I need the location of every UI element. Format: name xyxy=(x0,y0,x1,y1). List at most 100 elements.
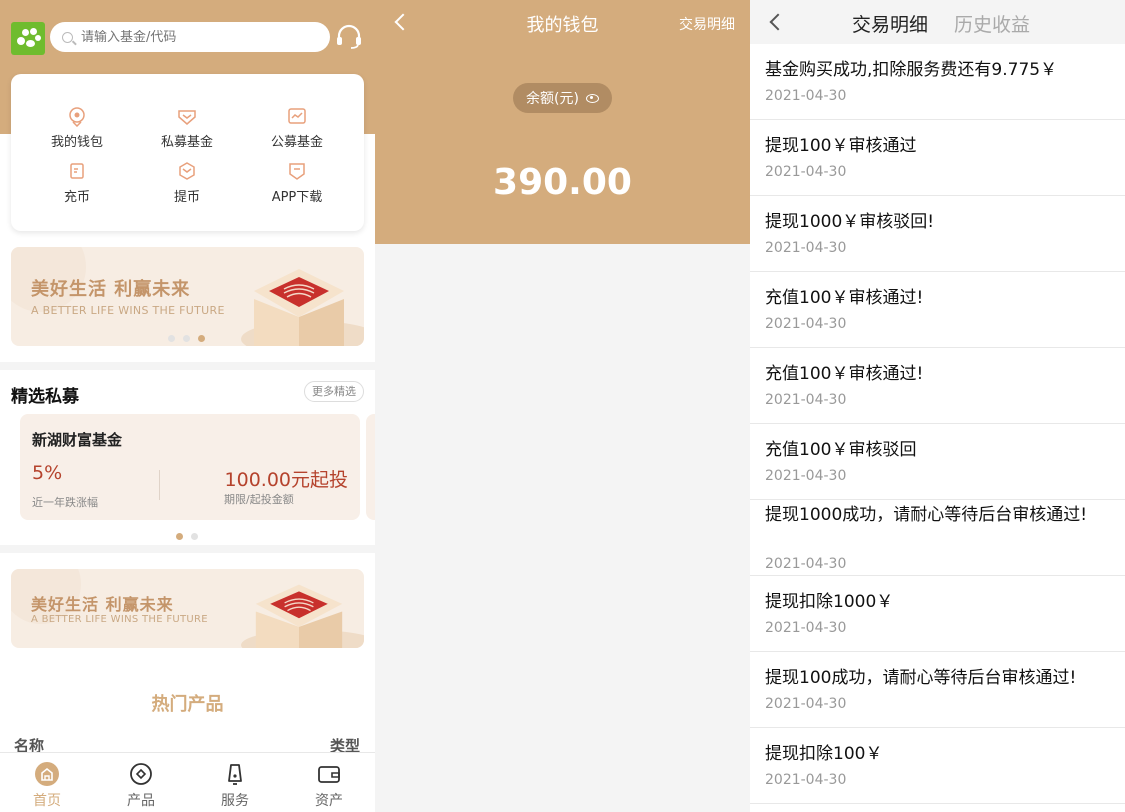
fund-rate-label: 近一年跌涨幅 xyxy=(32,496,98,509)
promo-banner[interactable]: 美好生活 利赢未来 A BETTER LIFE WINS THE FUTURE xyxy=(11,247,364,346)
search-input[interactable] xyxy=(81,29,301,45)
tab-products[interactable]: 产品 xyxy=(94,761,188,810)
fund-card[interactable]: 新湖财富基金 5% 近一年跌涨幅 100.00元起投 期限/起投金额 xyxy=(20,414,360,520)
transaction-row[interactable]: 充值100￥审核驳回 2021-04-30 xyxy=(750,424,1125,500)
menu-deposit[interactable]: 充币 xyxy=(22,160,132,205)
promo-banner-2[interactable]: 美好生活 利赢未来 A BETTER LIFE WINS THE FUTURE xyxy=(11,569,364,648)
transaction-row[interactable]: 提现100￥审核通过 2021-04-30 xyxy=(750,120,1125,196)
balance-label-pill[interactable]: 余额(元) xyxy=(513,83,612,113)
section-title-private: 精选私募 xyxy=(11,387,79,407)
banner-subtitle: A BETTER LIFE WINS THE FUTURE xyxy=(31,304,225,317)
transactions-screen: 交易明细 历史收益 基金购买成功,扣除服务费还有9.775￥ 2021-04-3… xyxy=(750,0,1125,812)
transaction-date: 2021-04-30 xyxy=(765,468,847,484)
hot-products-title: 热门产品 xyxy=(151,694,224,715)
transaction-date: 2021-04-30 xyxy=(765,316,847,332)
transaction-text: 提现1000成功，请耐心等待后台审核通过! xyxy=(765,505,1088,525)
home-screen: 我的钱包 私募基金 公募基金 充币 提币 APP下载 美好生活 利赢未来 A xyxy=(0,0,375,812)
transaction-text: 提现100￥审核通过 xyxy=(765,136,917,156)
pager-dot-active[interactable] xyxy=(198,335,205,342)
transaction-text: 充值100￥审核通过! xyxy=(765,288,924,308)
menu-my-wallet[interactable]: 我的钱包 xyxy=(22,105,132,150)
transaction-row[interactable]: 提现1000成功，请耐心等待后台审核通过! 2021-04-30 xyxy=(750,500,1125,576)
transaction-row[interactable]: 充值100￥审核通过! 2021-04-30 xyxy=(750,348,1125,424)
transaction-date: 2021-04-30 xyxy=(765,556,847,572)
transaction-date: 2021-04-30 xyxy=(765,620,847,636)
banner-pager xyxy=(164,327,209,346)
transaction-row[interactable]: 充值100￥审核通过! 2021-04-30 xyxy=(750,272,1125,348)
search-icon xyxy=(62,31,73,43)
fund-min-amount: 100.00元起投 xyxy=(224,469,348,491)
fund-card-next[interactable] xyxy=(366,414,375,520)
tab-label: 首页 xyxy=(33,793,61,809)
tab-label: 产品 xyxy=(127,793,155,809)
menu-label: 我的钱包 xyxy=(50,135,103,150)
pager-dot-active[interactable] xyxy=(176,533,183,540)
fund-name: 新湖财富基金 xyxy=(32,431,123,449)
transaction-text: 提现1000￥审核驳回! xyxy=(765,212,935,232)
transaction-date: 2021-04-30 xyxy=(765,772,847,788)
transactions-header: 交易明细 历史收益 xyxy=(750,0,1125,44)
section-divider xyxy=(0,362,375,370)
menu-label: 公募基金 xyxy=(270,135,323,150)
tab-assets[interactable]: 资产 xyxy=(282,761,375,810)
pager-dot[interactable] xyxy=(183,335,190,342)
fund-rate: 5% xyxy=(32,462,63,484)
bottom-tab-bar: 首页 产品 服务 资产 xyxy=(0,752,375,812)
menu-label: 充币 xyxy=(63,190,90,205)
transaction-text: 提现100成功，请耐心等待后台审核通过! xyxy=(765,668,1077,688)
balance-label: 余额(元) xyxy=(526,91,579,107)
wallet-tab-icon xyxy=(318,766,340,783)
menu-label: 私募基金 xyxy=(160,135,213,150)
app-logo[interactable] xyxy=(11,22,45,55)
banner-subtitle: A BETTER LIFE WINS THE FUTURE xyxy=(31,614,208,625)
fund-min-amount-label: 期限/起投金额 xyxy=(224,493,294,506)
transaction-row[interactable]: 提现扣除100￥ 2021-04-30 xyxy=(750,728,1125,804)
tab-history-earnings[interactable]: 历史收益 xyxy=(954,10,1030,37)
back-arrow-icon[interactable] xyxy=(769,13,787,31)
menu-withdraw[interactable]: 提币 xyxy=(132,160,242,205)
transaction-date: 2021-04-30 xyxy=(765,696,847,712)
menu-app-download[interactable]: APP下载 xyxy=(242,160,352,205)
wallet-screen: 我的钱包 交易明细 余额(元) 390.00 xyxy=(375,0,750,812)
bell-icon xyxy=(228,764,242,785)
wallet-icon xyxy=(69,107,85,127)
transaction-details-link[interactable]: 交易明细 xyxy=(679,14,735,34)
transaction-date: 2021-04-30 xyxy=(765,88,847,104)
transaction-row[interactable]: 提现1000￥审核驳回! 2021-04-30 xyxy=(750,196,1125,272)
transaction-date: 2021-04-30 xyxy=(765,392,847,408)
tab-home[interactable]: 首页 xyxy=(0,761,94,810)
transaction-row[interactable]: 提现扣除1000￥ 2021-04-30 xyxy=(750,576,1125,652)
tab-transaction-details[interactable]: 交易明细 xyxy=(852,10,928,37)
download-icon xyxy=(289,163,305,180)
menu-public-fund[interactable]: 公募基金 xyxy=(242,105,352,150)
tab-label: 服务 xyxy=(221,793,249,809)
customer-service-icon[interactable] xyxy=(335,24,363,50)
menu-label: APP下载 xyxy=(271,190,323,205)
diamond-icon xyxy=(178,110,196,125)
pager-dot[interactable] xyxy=(168,335,175,342)
wallet-header: 我的钱包 交易明细 余额(元) 390.00 xyxy=(375,0,750,244)
transaction-row[interactable]: 基金购买成功,扣除服务费还有9.775￥ 2021-04-30 xyxy=(750,44,1125,120)
menu-private-fund[interactable]: 私募基金 xyxy=(132,105,242,150)
deposit-icon xyxy=(70,163,84,179)
gift-box-icon xyxy=(254,269,344,346)
products-icon xyxy=(130,763,152,785)
search-bar[interactable] xyxy=(50,22,330,52)
section-divider xyxy=(0,545,375,553)
transaction-row[interactable]: 提现100成功，请耐心等待后台审核通过! 2021-04-30 xyxy=(750,652,1125,728)
more-picks-button[interactable]: 更多精选 xyxy=(304,381,364,402)
menu-label: 提币 xyxy=(173,190,200,205)
gift-box-icon xyxy=(255,584,343,648)
eye-icon[interactable] xyxy=(585,93,599,103)
pager-dot[interactable] xyxy=(191,533,198,540)
transaction-text: 充值100￥审核通过! xyxy=(765,364,924,384)
tab-label: 资产 xyxy=(315,793,343,809)
balance-value: 390.00 xyxy=(493,162,632,203)
banner-title: 美好生活 利赢未来 xyxy=(31,595,174,614)
tab-services[interactable]: 服务 xyxy=(188,761,282,810)
transaction-text: 充值100￥审核驳回 xyxy=(765,440,917,460)
transaction-text: 提现扣除1000￥ xyxy=(765,592,894,612)
fund-divider xyxy=(159,470,160,500)
transaction-text: 基金购买成功,扣除服务费还有9.775￥ xyxy=(765,60,1058,80)
banner-title: 美好生活 利赢未来 xyxy=(31,279,191,300)
